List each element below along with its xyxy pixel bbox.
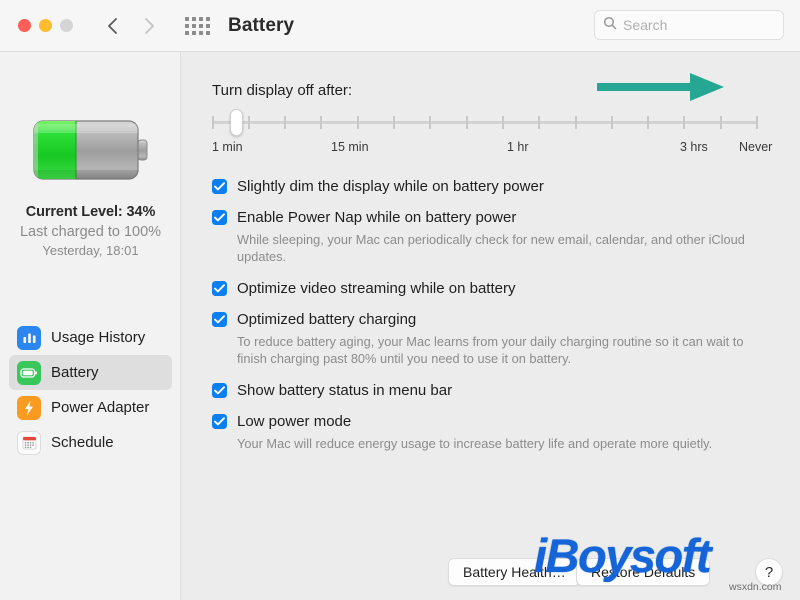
option-slightly-dim-display[interactable]: Slightly dim the display while on batter… (212, 176, 772, 197)
checkbox-checked-icon[interactable] (212, 179, 227, 194)
display-sleep-slider[interactable] (212, 109, 758, 137)
option-enable-power-nap[interactable]: Enable Power Nap while on battery power (212, 207, 772, 228)
option-label: Show battery status in menu bar (237, 382, 453, 399)
last-charged-time: Yesterday, 18:01 (42, 243, 139, 258)
option-optimized-battery-charging[interactable]: Optimized battery charging (212, 309, 772, 330)
traffic-lights (18, 19, 73, 32)
bar-chart-icon (17, 325, 41, 350)
back-chevron-icon[interactable] (105, 15, 121, 37)
slider-thumb[interactable] (230, 109, 243, 136)
option-label: Slightly dim the display while on batter… (237, 178, 544, 195)
content-pane: Turn display off after: 1 min 15 min 1 h… (181, 52, 800, 600)
option-label: Optimize video streaming while on batter… (237, 280, 516, 297)
checkbox-checked-icon[interactable] (212, 312, 227, 327)
slider-scale-labels: 1 min 15 min 1 hr 3 hrs Never (212, 140, 777, 156)
option-show-battery-status-menu-bar[interactable]: Show battery status in menu bar (212, 380, 772, 401)
option-optimize-video-streaming[interactable]: Optimize video streaming while on batter… (212, 278, 772, 299)
scale-label: 1 hr (507, 140, 529, 154)
sidebar-item-label: Power Adapter (51, 399, 150, 416)
green-arrow-annotation (595, 70, 727, 104)
sidebar-item-schedule[interactable]: Schedule (9, 425, 172, 460)
sidebar-nav-list: Usage History Battery Power Adapter Sche… (0, 320, 181, 460)
turn-display-off-label: Turn display off after: (212, 82, 353, 99)
battery-icon (17, 360, 41, 385)
checkbox-checked-icon[interactable] (212, 281, 227, 296)
sidebar-item-usage-history[interactable]: Usage History (9, 320, 172, 355)
bottom-button-row: Battery Health… Restore Defaults ? (181, 548, 800, 600)
sidebar-item-label: Usage History (51, 329, 146, 346)
minimize-button[interactable] (39, 19, 52, 32)
checkbox-checked-icon[interactable] (212, 383, 227, 398)
sidebar-item-label: Battery (51, 364, 99, 381)
option-label: Low power mode (237, 413, 352, 430)
search-icon (603, 16, 617, 35)
calendar-icon (17, 430, 41, 455)
battery-health-button[interactable]: Battery Health… (448, 558, 581, 586)
current-level-text: Current Level: 34% (25, 204, 156, 220)
option-description: To reduce battery aging, your Mac learns… (237, 334, 744, 366)
scale-label: Never (739, 140, 773, 154)
option-description: While sleeping, your Mac can periodicall… (237, 232, 745, 264)
page-title: Battery (228, 14, 295, 36)
search-field[interactable] (594, 10, 784, 40)
checkbox-checked-icon[interactable] (212, 414, 227, 429)
search-input[interactable] (623, 17, 775, 33)
sidebar-item-label: Schedule (51, 434, 114, 451)
restore-defaults-button[interactable]: Restore Defaults (576, 558, 711, 586)
battery-status-block: Current Level: 34% Last charged to 100% … (0, 204, 181, 258)
option-label: Enable Power Nap while on battery power (237, 209, 517, 226)
navigation-buttons (105, 15, 157, 37)
scale-label: 3 hrs (680, 140, 708, 154)
option-low-power-mode[interactable]: Low power mode (212, 411, 772, 432)
option-description: Your Mac will reduce energy usage to inc… (237, 436, 713, 451)
battery-options-list: Slightly dim the display while on batter… (212, 176, 772, 452)
checkbox-checked-icon[interactable] (212, 210, 227, 225)
scale-label: 1 min (212, 140, 243, 154)
help-button[interactable]: ? (755, 558, 783, 586)
slider-track[interactable] (212, 121, 758, 124)
forward-chevron-icon[interactable] (141, 15, 157, 37)
title-bar: Battery (0, 0, 800, 52)
scale-label: 15 min (331, 140, 369, 154)
sidebar-item-power-adapter[interactable]: Power Adapter (9, 390, 172, 425)
last-charged-text: Last charged to 100% (19, 224, 162, 240)
option-label: Optimized battery charging (237, 311, 417, 328)
show-all-grid-icon[interactable] (185, 16, 210, 35)
lightning-bolt-icon (17, 395, 41, 420)
zoom-button[interactable] (60, 19, 73, 32)
sidebar-item-battery[interactable]: Battery (9, 355, 172, 390)
battery-level-icon (28, 112, 153, 188)
sidebar: Current Level: 34% Last charged to 100% … (0, 52, 181, 600)
close-button[interactable] (18, 19, 31, 32)
preferences-window: Battery Search Current Level: 34% Last c… (0, 0, 800, 600)
